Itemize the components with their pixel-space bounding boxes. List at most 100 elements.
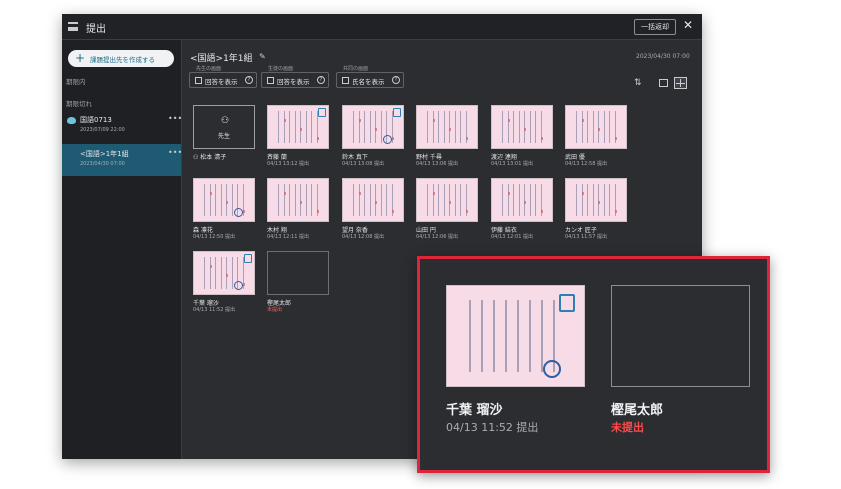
submit-time: 04/13 13:08 提出	[342, 161, 384, 167]
submit-time: 04/13 12:06 提出	[416, 234, 458, 240]
create-task-label: 課題提出先を作成する	[90, 56, 155, 64]
page-title: <国語>1年1組	[190, 54, 253, 64]
submission-thumbnail[interactable]	[267, 105, 329, 149]
show-answer-student-toggle[interactable]: 回答を表示 ?	[261, 72, 329, 88]
zoom-submit-time: 04/13 11:52 提出	[446, 421, 539, 434]
submission-thumbnail[interactable]	[491, 178, 553, 222]
submit-time: 04/13 13:06 提出	[416, 161, 458, 167]
zoom-submission-thumbnail[interactable]	[446, 285, 585, 387]
show-answer-teacher-toggle[interactable]: 回答を表示 ?	[189, 72, 257, 88]
sidebar: + 課題提出先を作成する 期限内 期限切れ 国語0713 2023/07/09 …	[62, 40, 182, 459]
pencil-icon[interactable]: ✎	[259, 52, 266, 61]
submit-time: 04/13 12:01 提出	[491, 234, 533, 240]
submission-card[interactable]: 伊藤 結衣 04/13 12:01 提出	[491, 178, 553, 240]
submission-card[interactable]: 鈴木 真下 04/13 13:08 提出	[342, 105, 404, 167]
submit-time: 04/13 12:08 提出	[342, 234, 384, 240]
submission-thumbnail[interactable]	[342, 105, 404, 149]
control-label: 氏名を表示	[352, 78, 385, 86]
grid-view-icon[interactable]	[674, 77, 687, 89]
help-icon[interactable]: ?	[317, 76, 325, 84]
stamp-icon	[234, 208, 243, 217]
close-icon[interactable]: ✕	[683, 18, 693, 32]
submit-time: 04/13 11:57 提出	[565, 234, 607, 240]
check-badge-icon	[393, 108, 401, 117]
task-date: 2023/07/09 22:00	[80, 127, 125, 133]
teacher-thumbnail[interactable]: ⚇ 先生	[193, 105, 255, 149]
checkbox[interactable]	[267, 77, 274, 84]
sidebar-task[interactable]: 国語0713 2023/07/09 22:00 •••	[62, 110, 182, 142]
create-task-button[interactable]: + 課題提出先を作成する	[68, 50, 174, 67]
show-name-toggle[interactable]: 氏名を表示 ?	[336, 72, 404, 88]
empty-thumbnail[interactable]	[267, 251, 329, 295]
submission-card[interactable]: 樫尾太郎 未提出	[267, 251, 329, 313]
single-view-icon[interactable]	[659, 79, 668, 87]
zoom-empty-thumbnail[interactable]	[611, 285, 750, 387]
plus-icon: +	[75, 51, 86, 65]
user-icon: ⚇	[221, 116, 230, 126]
task-date: 2023/04/30 07:00	[80, 161, 125, 167]
window-title: 提出	[86, 24, 106, 35]
help-icon[interactable]: ?	[392, 76, 400, 84]
submission-thumbnail[interactable]	[416, 105, 478, 149]
help-icon[interactable]: ?	[245, 76, 253, 84]
submission-thumbnail[interactable]	[342, 178, 404, 222]
submission-thumbnail[interactable]	[416, 178, 478, 222]
submission-thumbnail[interactable]	[491, 105, 553, 149]
submission-card[interactable]: 森 凛花 04/13 12:50 提出	[193, 178, 255, 240]
submission-thumbnail[interactable]	[193, 251, 255, 295]
submit-time: 04/13 12:58 提出	[565, 161, 607, 167]
check-badge-icon	[244, 254, 252, 263]
submit-time: 04/13 11:52 提出	[193, 307, 235, 313]
checkbox[interactable]	[195, 77, 202, 84]
teacher-owner: ⚇ 松本 清子	[193, 152, 226, 161]
not-submitted-status: 未提出	[267, 307, 283, 313]
title-bar: 提出 一括返却 ✕	[62, 14, 702, 40]
bulk-return-button[interactable]: 一括返却	[634, 19, 676, 35]
checkbox[interactable]	[342, 77, 349, 84]
submission-thumbnail[interactable]	[565, 178, 627, 222]
submit-time: 04/13 13:12 提出	[267, 161, 309, 167]
section-overdue: 期限切れ	[66, 100, 92, 108]
stamp-icon	[383, 135, 392, 144]
submit-time: 04/13 12:11 提出	[267, 234, 309, 240]
submission-card[interactable]: 武田 優 04/13 12:58 提出	[565, 105, 627, 167]
submission-card[interactable]: 望月 奈香 04/13 12:08 提出	[342, 178, 404, 240]
submission-thumbnail[interactable]	[193, 178, 255, 222]
submission-card[interactable]: 渡辺 連翔 04/13 13:01 提出	[491, 105, 553, 167]
task-name: <国語>1年1組	[80, 150, 129, 158]
stamp-icon	[543, 360, 561, 378]
task-name: 国語0713	[80, 116, 112, 124]
deadline: 2023/04/30 07:00	[636, 53, 690, 60]
more-icon[interactable]: •••	[168, 148, 182, 157]
submission-card[interactable]: 千葉 瑠沙 04/13 11:52 提出	[193, 251, 255, 313]
zoom-student-name: 千葉 瑠沙	[446, 403, 503, 418]
check-badge-icon	[318, 108, 326, 117]
control-caption: 生徒の画面	[268, 66, 294, 72]
submission-thumbnail[interactable]	[267, 178, 329, 222]
stamp-icon	[234, 281, 243, 290]
zoom-not-submitted: 未提出	[611, 421, 644, 434]
submit-time: 04/13 12:50 提出	[193, 234, 235, 240]
control-label: 回答を表示	[277, 78, 310, 86]
submission-card[interactable]: カンオ 匠子 04/13 11:57 提出	[565, 178, 627, 240]
teacher-owner-name: 松本 清子	[200, 154, 227, 161]
check-badge-icon	[559, 294, 575, 312]
submission-card[interactable]: 山田 円 04/13 12:06 提出	[416, 178, 478, 240]
submission-card[interactable]: 木村 翔 04/13 12:11 提出	[267, 178, 329, 240]
submission-card[interactable]: 野村 千尋 04/13 13:06 提出	[416, 105, 478, 167]
sidebar-task-selected[interactable]: <国語>1年1組 2023/04/30 07:00 •••	[62, 144, 182, 176]
zoom-callout: 千葉 瑠沙 04/13 11:52 提出 樫尾太郎 未提出	[417, 256, 770, 473]
cloud-icon	[67, 117, 76, 124]
teacher-label: 先生	[217, 133, 230, 140]
section-in-progress: 期限内	[66, 78, 86, 86]
zoom-student-name: 樫尾太郎	[611, 403, 664, 418]
menu-icon[interactable]	[68, 22, 78, 31]
control-label: 回答を表示	[205, 78, 238, 86]
submit-time: 04/13 13:01 提出	[491, 161, 533, 167]
teacher-card[interactable]: ⚇ 先生 ⚇ 松本 清子	[193, 105, 255, 161]
submission-card[interactable]: 斉藤 蘭 04/13 13:12 提出	[267, 105, 329, 167]
control-caption: 共同の画面	[343, 66, 369, 72]
sort-icon[interactable]: ⇅	[634, 78, 642, 88]
more-icon[interactable]: •••	[168, 114, 182, 123]
submission-thumbnail[interactable]	[565, 105, 627, 149]
